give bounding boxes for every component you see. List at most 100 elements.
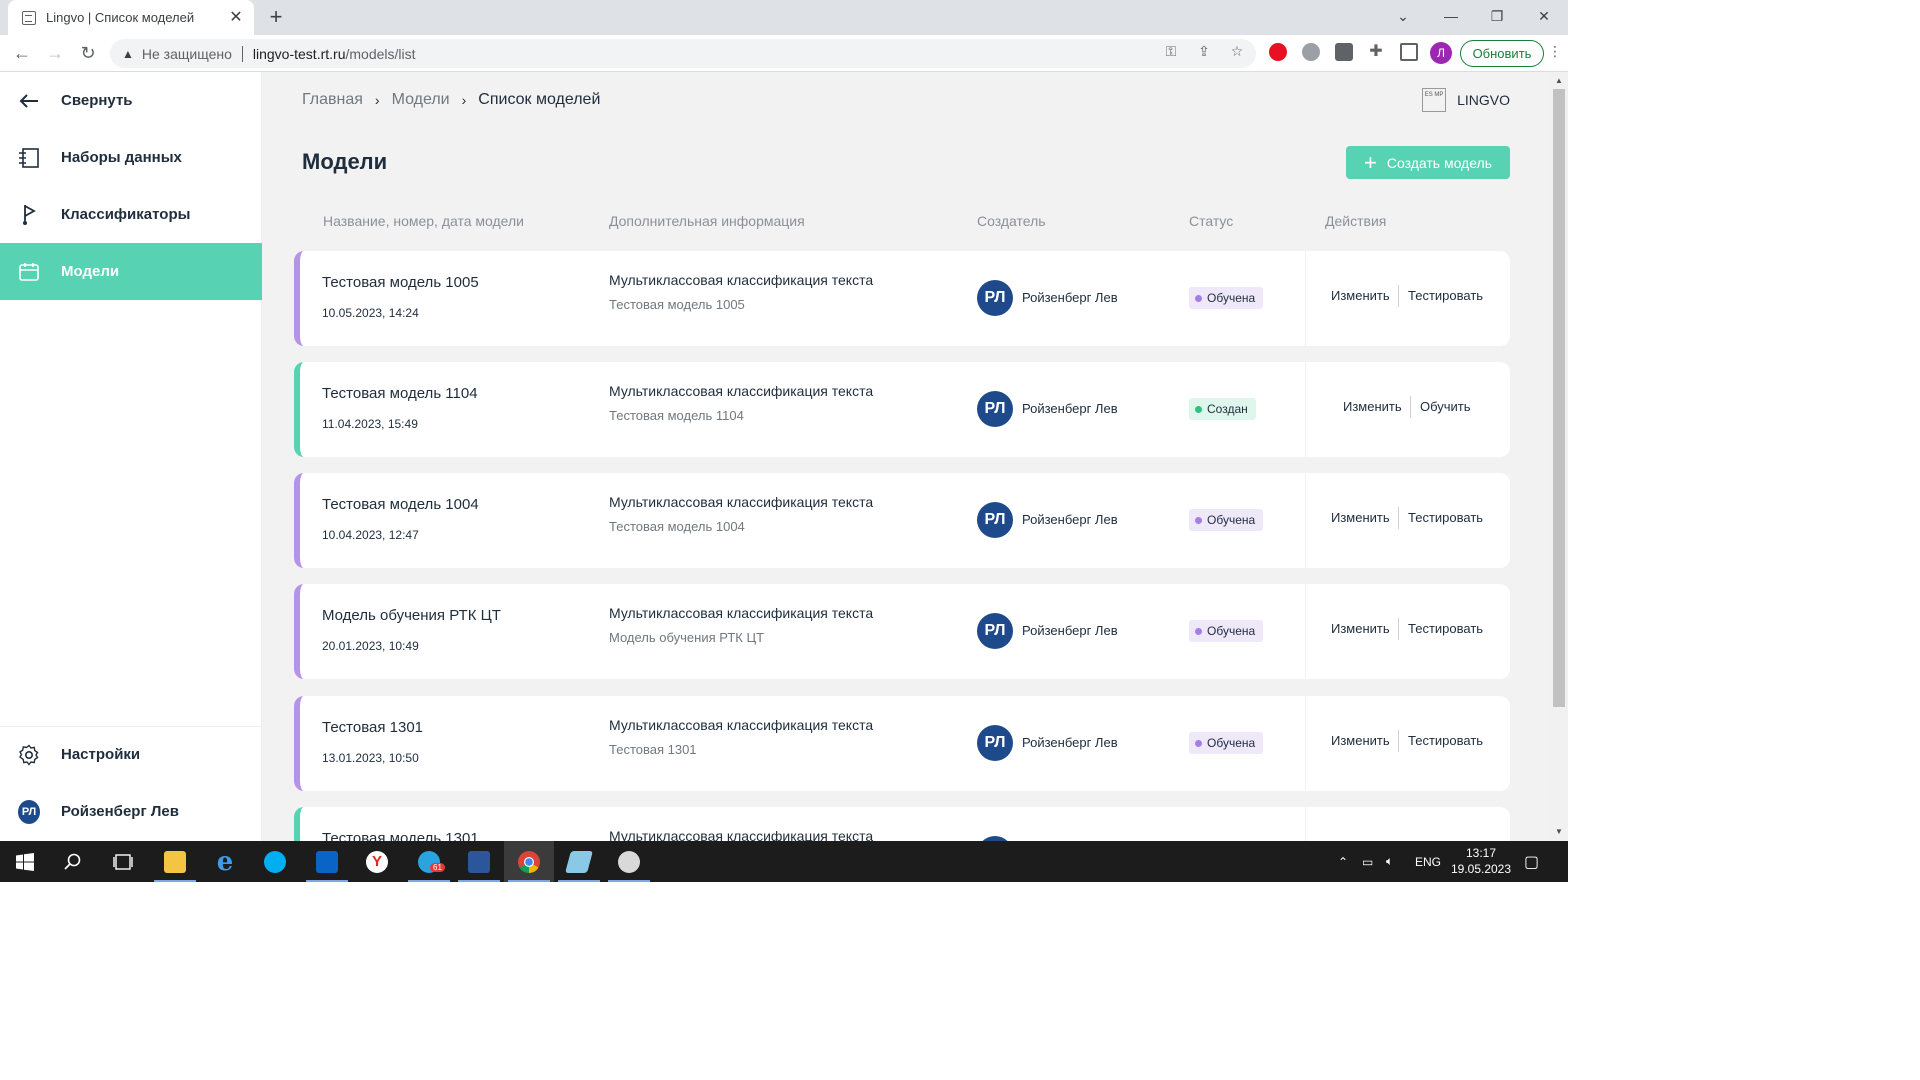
address-separator — [241, 45, 243, 62]
chrome-icon[interactable] — [504, 841, 554, 882]
update-button[interactable]: Обновить — [1460, 40, 1544, 67]
language-indicator[interactable]: ENG — [1415, 841, 1441, 882]
status-label: Создан — [1207, 402, 1248, 416]
table-row[interactable]: Модель обучения РТК ЦТ 20.01.2023, 10:49… — [294, 584, 1510, 679]
model-subtitle: Тестовая 1301 — [609, 742, 697, 757]
scroll-up-icon[interactable]: ▲ — [1555, 76, 1563, 85]
restore-button[interactable]: ❐ — [1474, 0, 1520, 32]
row-card — [294, 473, 1305, 568]
clock-time: 13:17 — [1465, 846, 1497, 860]
edit-button[interactable]: Изменить — [1331, 510, 1390, 525]
app-sidebar: Свернуть Наборы данных Классификаторы Мо… — [0, 72, 262, 841]
new-tab-button[interactable]: + — [264, 5, 288, 29]
browser-tab-strip: Lingvo | Список моделей ✕ + ⌄ — ❐ ✕ — [0, 0, 1568, 35]
model-name: Тестовая модель 1004 — [322, 496, 479, 513]
chevron-right-icon: › — [374, 92, 380, 108]
edit-button[interactable]: Изменить — [1331, 733, 1390, 748]
sidebar-item-models[interactable]: Модели — [0, 243, 262, 300]
windows-taskbar: e Y 61 ⌃ ▭ 🔈︎ ENG 13:17 19.05.2023 ▢ — [0, 841, 1568, 882]
create-model-button[interactable]: + Создать модель — [1346, 146, 1510, 179]
table-row[interactable]: Тестовая 1301 13.01.2023, 10:50 Мультикл… — [294, 696, 1510, 791]
share-icon[interactable]: ⇪ — [1195, 42, 1213, 60]
tray-chevron-icon[interactable]: ⌃ — [1338, 841, 1348, 882]
close-window-button[interactable]: ✕ — [1521, 0, 1567, 32]
sidebar-item-classifiers[interactable]: Классификаторы — [0, 186, 262, 243]
plus-icon: + — [1363, 149, 1377, 175]
telegram-badge: 61 — [430, 863, 445, 872]
browser-menu-icon[interactable]: ⋮ — [1548, 43, 1562, 60]
forward-icon[interactable]: → — [43, 41, 67, 65]
user-avatar: РЛ — [18, 799, 40, 824]
minimize-button[interactable]: — — [1428, 0, 1474, 32]
table-row[interactable]: Тестовая модель 1301 Мультиклассовая кла… — [294, 807, 1510, 841]
notepad-glyph — [565, 850, 593, 873]
opera-extension-icon[interactable] — [1269, 43, 1287, 61]
edit-button[interactable]: Изменить — [1331, 621, 1390, 636]
running-indicator — [408, 880, 450, 882]
search-icon[interactable] — [48, 841, 98, 882]
creator-avatar: РЛ — [977, 725, 1013, 761]
taskbar-clock[interactable]: 13:17 19.05.2023 — [1446, 845, 1516, 877]
outlook-icon[interactable] — [302, 841, 352, 882]
scrollbar-thumb[interactable] — [1553, 89, 1565, 707]
train-button[interactable]: Обучить — [1420, 399, 1471, 414]
test-button[interactable]: Тестировать — [1408, 288, 1483, 303]
tab-close-icon[interactable]: ✕ — [228, 9, 244, 26]
battery-icon[interactable]: ▭ — [1362, 841, 1373, 882]
scroll-down-icon[interactable]: ▼ — [1555, 827, 1563, 836]
test-button[interactable]: Тестировать — [1408, 733, 1483, 748]
status-badge: Обучена — [1189, 732, 1264, 754]
model-date: 10.04.2023, 12:47 — [322, 528, 419, 542]
task-view-icon[interactable] — [98, 841, 148, 882]
status-label: Обучена — [1207, 736, 1256, 750]
snipping-tool-icon[interactable] — [604, 841, 654, 882]
yandex-browser-icon[interactable]: Y — [352, 841, 402, 882]
edit-button[interactable]: Изменить — [1331, 288, 1390, 303]
sidebar-collapse[interactable]: Свернуть — [0, 72, 262, 129]
word-icon[interactable] — [454, 841, 504, 882]
notepad-icon[interactable] — [554, 841, 604, 882]
app-extension-icon[interactable] — [1335, 43, 1353, 61]
datasets-icon — [18, 147, 40, 169]
bookmark-star-icon[interactable]: ☆ — [1228, 42, 1246, 60]
edit-button[interactable]: Изменить — [1343, 399, 1402, 414]
extensions-puzzle-icon[interactable]: ✚ — [1367, 43, 1385, 61]
model-type: Мультиклассовая классификация текста — [609, 383, 874, 399]
globe-extension-icon[interactable] — [1302, 43, 1320, 61]
test-button[interactable]: Тестировать — [1408, 621, 1483, 636]
file-explorer-icon[interactable] — [150, 841, 200, 882]
table-row[interactable]: Тестовая модель 1104 11.04.2023, 15:49 М… — [294, 362, 1510, 457]
model-type: Мультиклассовая классификация текста — [609, 605, 874, 621]
telegram-icon[interactable]: 61 — [404, 841, 454, 882]
internet-explorer-icon[interactable]: e — [200, 841, 250, 882]
model-subtitle: Тестовая модель 1004 — [609, 519, 745, 534]
row-card — [294, 251, 1305, 346]
sidebar-item-settings[interactable]: Настройки — [0, 726, 262, 783]
page-scrollbar[interactable]: ▲ ▼ — [1550, 72, 1568, 841]
windows-start-icon[interactable] — [0, 841, 50, 882]
creator-name: Ройзенберг Лев — [1022, 623, 1118, 638]
sidebar-item-datasets[interactable]: Наборы данных — [0, 129, 262, 186]
model-name: Тестовая модель 1104 — [322, 385, 478, 402]
notifications-icon[interactable]: ▢ — [1524, 841, 1539, 882]
key-icon[interactable]: ⚿ — [1162, 42, 1180, 60]
breadcrumb-home[interactable]: Главная — [302, 91, 363, 109]
sidebar-item-label: Наборы данных — [61, 149, 182, 166]
creator-name: Ройзенберг Лев — [1022, 735, 1118, 750]
profile-avatar[interactable]: Л — [1430, 42, 1452, 64]
table-row[interactable]: Тестовая модель 1004 10.04.2023, 12:47 М… — [294, 473, 1510, 568]
column-header-name: Название, номер, дата модели — [323, 213, 524, 229]
sidebar-user[interactable]: РЛ Ройзенберг Лев — [0, 783, 262, 840]
side-panel-icon[interactable] — [1400, 43, 1418, 61]
skype-icon[interactable] — [250, 841, 300, 882]
back-icon[interactable]: ← — [10, 41, 34, 65]
browser-tab[interactable]: Lingvo | Список моделей ✕ — [8, 0, 254, 35]
address-bar[interactable]: ▲ Не защищено lingvo-test.rt.ru/models/l… — [110, 39, 1256, 68]
status-label: Обучена — [1207, 624, 1256, 638]
volume-icon[interactable]: 🔈︎ — [1386, 841, 1393, 882]
test-button[interactable]: Тестировать — [1408, 510, 1483, 525]
tab-search-icon[interactable]: ⌄ — [1380, 0, 1426, 32]
breadcrumb-models[interactable]: Модели — [392, 91, 450, 109]
reload-icon[interactable]: ↻ — [76, 41, 100, 65]
table-row[interactable]: Тестовая модель 1005 10.05.2023, 14:24 М… — [294, 251, 1510, 346]
